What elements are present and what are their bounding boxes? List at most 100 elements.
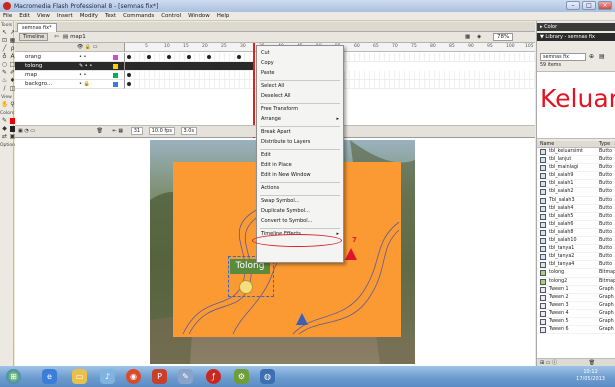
swap-colors-icon[interactable]: ⇄ <box>1 133 8 140</box>
library-selector[interactable]: semnas fix <box>540 53 586 61</box>
hand-tool-icon[interactable]: ✋ <box>1 101 8 108</box>
close-button[interactable]: × <box>598 1 612 10</box>
menu-item-swap-symbol[interactable]: Swap Symbol... <box>257 197 343 206</box>
oval-tool-icon[interactable]: ○ <box>1 61 8 68</box>
menu-item-edit-in-new-window[interactable]: Edit in New Window <box>257 171 343 180</box>
library-item[interactable]: Tween 3 Graph <box>537 302 615 310</box>
menu-window[interactable]: Window <box>188 13 210 19</box>
menu-item-select-all[interactable]: Select All <box>257 82 343 91</box>
ie-icon[interactable]: e <box>42 369 57 384</box>
delete-layer-icon[interactable]: 🗑 <box>97 128 103 134</box>
keyframe[interactable] <box>127 73 131 77</box>
blue-triangle-marker[interactable] <box>296 313 308 325</box>
tolong-character[interactable] <box>239 280 253 294</box>
menu-item-deselect-all[interactable]: Deselect All <box>257 92 343 101</box>
library-item[interactable]: Tween 2 Graph <box>537 294 615 302</box>
library-item[interactable]: tbl_tanya2 Butto <box>537 253 615 262</box>
library-item[interactable]: Tween 4 Graph <box>537 310 615 318</box>
frame-rate[interactable]: 10.0 fps <box>148 127 175 135</box>
pencil-tool-icon[interactable]: ✎ <box>1 69 8 76</box>
layer-tolong[interactable]: tolong ✎ • • <box>15 62 125 71</box>
menu-item-break-apart[interactable]: Break Apart <box>257 128 343 137</box>
keyframe[interactable] <box>237 55 241 59</box>
scene-name[interactable]: map1 <box>70 34 86 40</box>
library-item[interactable]: tbl_salah5 Butto <box>537 213 615 221</box>
menu-modify[interactable]: Modify <box>80 13 98 19</box>
library-panel-header[interactable]: ▼ Library - semnas fix <box>537 33 615 41</box>
free-transform-tool-icon[interactable]: ⊡ <box>1 37 8 44</box>
menu-item-free-transform[interactable]: Free Transform <box>257 105 343 114</box>
timeline-toggle-button[interactable]: Timeline <box>19 33 49 41</box>
menu-control[interactable]: Control <box>161 13 181 19</box>
layer-background[interactable]: backgro... • 🔒 <box>15 80 125 89</box>
eyedropper-tool-icon[interactable]: ∕ <box>1 85 8 92</box>
selection-tool-icon[interactable]: ↖ <box>1 29 8 36</box>
column-type[interactable]: Type <box>599 141 610 148</box>
library-item[interactable]: tbl_salah4 Butto <box>537 205 615 213</box>
library-item[interactable]: tbl_tanya1 Butto <box>537 245 615 254</box>
add-layer-icon[interactable]: ▣ <box>18 128 23 134</box>
library-item[interactable]: tbl_mainlagi Butto <box>537 164 615 173</box>
menu-item-distribute-to-layers[interactable]: Distribute to Layers <box>257 138 343 147</box>
menu-item-arrange[interactable]: Arrange ▸ <box>257 115 343 124</box>
keyframe[interactable] <box>187 55 191 59</box>
color-panel-header[interactable]: ▸ Color <box>537 23 615 31</box>
menu-item-duplicate-symbol[interactable]: Duplicate Symbol... <box>257 207 343 216</box>
system-clock[interactable]: 10:12 17/05/2013 <box>576 369 605 383</box>
menu-item-paste[interactable]: Paste <box>257 69 343 78</box>
menu-view[interactable]: View <box>37 13 50 19</box>
library-item[interactable]: tbl_salah1 Butto <box>537 180 615 189</box>
maximize-button[interactable]: □ <box>582 1 596 10</box>
menu-item-copy[interactable]: Copy <box>257 59 343 68</box>
edit-symbols-icon[interactable]: ◈ <box>477 34 481 40</box>
eye-lock-outline-icons[interactable]: 👁 🔒 ▭ <box>77 44 97 50</box>
keyframe[interactable] <box>127 82 131 86</box>
pin-icon[interactable]: ⊕ <box>589 53 594 60</box>
playhead[interactable] <box>253 43 255 138</box>
stroke-color-icon[interactable]: ✎ <box>1 117 8 124</box>
keyframe[interactable] <box>207 55 211 59</box>
menu-insert[interactable]: Insert <box>57 13 73 19</box>
library-item[interactable]: tbl_salah2 Butto <box>537 188 615 197</box>
library-item[interactable]: tolong2 Bitmap <box>537 278 615 286</box>
library-item[interactable]: Tween 6 Graph <box>537 326 615 335</box>
library-item[interactable]: tbl_salah6 Butto <box>537 221 615 229</box>
menu-file[interactable]: File <box>3 13 12 19</box>
ink-bottle-tool-icon[interactable]: ♨ <box>1 77 8 84</box>
app-icon[interactable]: ⚙ <box>234 369 249 384</box>
media-icon[interactable]: ♪ <box>100 369 115 384</box>
library-item[interactable]: tbl_salah10 Butto <box>537 237 615 246</box>
library-item[interactable]: tbl_lanjut Butto <box>537 156 615 165</box>
menu-item-convert-to-symbol[interactable]: Convert to Symbol... <box>257 217 343 226</box>
menu-commands[interactable]: Commands <box>123 13 154 19</box>
chrome-icon[interactable]: ◉ <box>126 369 141 384</box>
add-motion-guide-icon[interactable]: ◔ <box>24 128 28 134</box>
menu-item-edit-in-place[interactable]: Edit in Place <box>257 161 343 170</box>
menu-edit[interactable]: Edit <box>19 13 30 19</box>
start-button-icon[interactable]: ⊞ <box>6 369 21 384</box>
document-tab[interactable]: semnas fix* <box>17 23 57 32</box>
library-item[interactable]: tbl_tanya4 Butto <box>537 261 615 270</box>
add-folder-icon[interactable]: ▭ <box>30 128 35 134</box>
layer-map[interactable]: map • • <box>15 71 125 80</box>
explorer-folder-icon[interactable]: ▭ <box>72 369 87 384</box>
pen-tool-icon[interactable]: ♁ <box>1 53 8 60</box>
keyframe[interactable] <box>147 55 151 59</box>
back-arrow-icon[interactable]: ⇦ <box>54 34 59 40</box>
layer-orang[interactable]: orang • • <box>15 53 125 62</box>
zoom-select[interactable]: 78% <box>493 33 514 41</box>
new-library-icon[interactable]: ▤ <box>599 53 605 60</box>
fill-color-icon[interactable]: ◆ <box>1 125 8 132</box>
onion-skin-icon[interactable]: ▦ <box>118 128 123 134</box>
red-triangle-marker[interactable] <box>345 248 357 260</box>
library-item[interactable]: tbl_salah9 Butto <box>537 172 615 181</box>
library-item[interactable]: tolong Bitmap <box>537 269 615 278</box>
library-item[interactable]: Tween 5 Graph <box>537 318 615 327</box>
line-tool-icon[interactable]: ╱ <box>1 45 8 52</box>
flash-taskbar-icon[interactable]: ƒ <box>206 369 221 384</box>
menu-text[interactable]: Text <box>105 13 116 19</box>
keyframe[interactable] <box>167 55 171 59</box>
menu-help[interactable]: Help <box>217 13 230 19</box>
menu-item-cut[interactable]: Cut <box>257 49 343 58</box>
library-item[interactable]: tbl_keluarsimt Butto <box>537 148 615 157</box>
